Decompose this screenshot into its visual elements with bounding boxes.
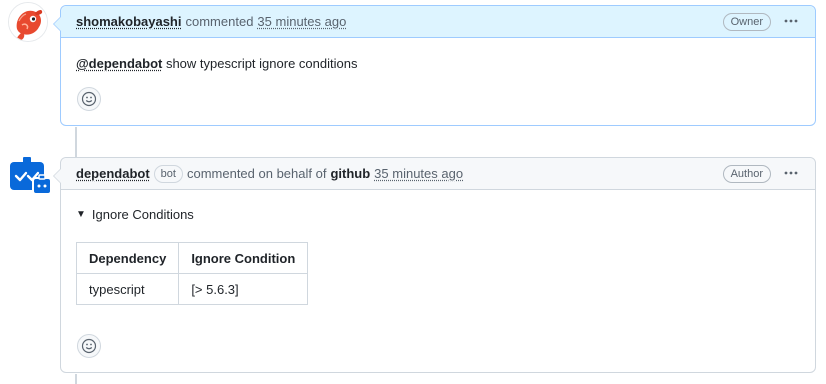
author-link[interactable]: dependabot — [76, 166, 150, 181]
dependabot-icon — [10, 157, 52, 195]
comment-body: @dependabot show typescript ignore condi… — [76, 56, 357, 71]
fish-avatar-icon — [9, 3, 47, 41]
timeline-line — [75, 374, 77, 384]
add-reaction-button[interactable] — [77, 87, 101, 111]
kebab-horizontal-icon[interactable] — [781, 13, 801, 30]
author-badge: Author — [722, 164, 771, 183]
comment-header-text: shomakobayashi commented 35 minutes ago — [76, 14, 723, 29]
comment-text: show typescript ignore conditions — [162, 56, 358, 71]
smiley-icon — [81, 91, 97, 107]
table-row: typescript [> 5.6.3] — [75, 273, 309, 305]
column-header: Ignore Condition — [178, 242, 309, 274]
table-cell: [> 5.6.3] — [178, 273, 309, 305]
table-cell: typescript — [75, 273, 180, 305]
ignore-conditions-table: Dependency Ignore Condition typescript [… — [75, 242, 309, 305]
smiley-icon — [81, 338, 97, 354]
comment-card: dependabot bot commented on behalf of gi… — [53, 157, 816, 373]
mention-link[interactable]: @dependabot — [76, 56, 162, 71]
timeline-line — [75, 127, 77, 157]
comment-action: commented on behalf of — [186, 166, 327, 181]
add-reaction-button[interactable] — [77, 334, 101, 358]
comment-card: shomakobayashi commented 35 minutes ago … — [53, 5, 816, 126]
author-link[interactable]: shomakobayashi — [76, 14, 182, 29]
kebab-horizontal-icon[interactable] — [781, 165, 801, 182]
details-summary[interactable]: ▼ Ignore Conditions — [76, 207, 194, 222]
comment-caret — [53, 16, 61, 32]
dependabot-avatar[interactable] — [10, 156, 52, 196]
summary-label: Ignore Conditions — [91, 207, 194, 222]
table-header-row: Dependency Ignore Condition — [75, 242, 309, 274]
triangle-down-icon: ▼ — [76, 209, 86, 220]
comment-caret — [53, 168, 61, 184]
comment-header: shomakobayashi commented 35 minutes ago … — [61, 6, 815, 38]
timestamp-link[interactable]: 35 minutes ago — [374, 166, 463, 181]
org-link[interactable]: github — [330, 166, 370, 181]
user-avatar[interactable] — [8, 2, 48, 42]
column-header: Dependency — [75, 242, 180, 274]
comment-header: dependabot bot commented on behalf of gi… — [61, 158, 815, 190]
owner-badge: Owner — [722, 12, 771, 31]
comment-header-text: dependabot bot commented on behalf of gi… — [76, 164, 723, 183]
comment-action: commented — [185, 14, 254, 29]
bot-label: bot — [153, 164, 183, 183]
timestamp-link[interactable]: 35 minutes ago — [257, 14, 346, 29]
